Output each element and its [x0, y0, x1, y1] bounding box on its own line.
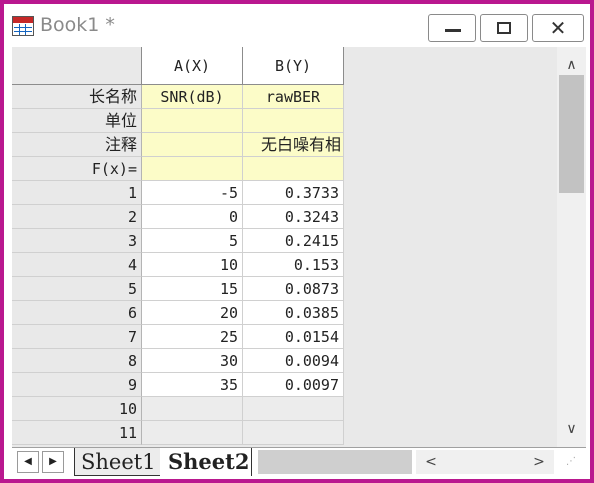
- cell-a[interactable]: [142, 397, 243, 421]
- formula-label: F(x)=: [12, 157, 142, 181]
- cell-b[interactable]: 0.3243: [243, 205, 344, 229]
- cell-a[interactable]: 35: [142, 373, 243, 397]
- cell-b[interactable]: 0.3733: [243, 181, 344, 205]
- cell-b[interactable]: 0.0873: [243, 277, 344, 301]
- prev-sheet-button[interactable]: ◀: [17, 451, 39, 473]
- window-title: Book1 *: [40, 14, 115, 36]
- title-bar[interactable]: Book1 * ✕: [4, 4, 590, 44]
- row-header[interactable]: 3: [12, 229, 142, 253]
- cell-a[interactable]: 20: [142, 301, 243, 325]
- cell-a[interactable]: 15: [142, 277, 243, 301]
- cell-a[interactable]: 5: [142, 229, 243, 253]
- cell-a[interactable]: 25: [142, 325, 243, 349]
- row-header[interactable]: 9: [12, 373, 142, 397]
- workbook-icon: [12, 16, 34, 36]
- row-header[interactable]: 6: [12, 301, 142, 325]
- scroll-left-icon[interactable]: <: [420, 450, 442, 474]
- formula-b[interactable]: [243, 157, 344, 181]
- minimize-icon: [445, 29, 461, 32]
- cell-b[interactable]: [243, 421, 344, 445]
- row-header[interactable]: 11: [12, 421, 142, 445]
- cell-b[interactable]: [243, 397, 344, 421]
- row-header[interactable]: 10: [12, 397, 142, 421]
- worksheet-grid[interactable]: A(X) B(Y) 长名称 SNR(dB) rawBER 单位 注释 无白噪有相…: [12, 47, 557, 447]
- tab-area-background: [258, 450, 412, 474]
- long-name-a[interactable]: SNR(dB): [142, 85, 243, 109]
- cell-b[interactable]: 0.0097: [243, 373, 344, 397]
- row-header[interactable]: 5: [12, 277, 142, 301]
- cell-b[interactable]: 0.0154: [243, 325, 344, 349]
- cell-b[interactable]: 0.2415: [243, 229, 344, 253]
- tab-sheet1[interactable]: Sheet1: [74, 448, 160, 476]
- unit-b[interactable]: [243, 109, 344, 133]
- row-header[interactable]: 8: [12, 349, 142, 373]
- scroll-down-icon[interactable]: ∨: [557, 413, 586, 445]
- cell-a[interactable]: 0: [142, 205, 243, 229]
- row-header[interactable]: 4: [12, 253, 142, 277]
- vertical-scrollbar[interactable]: ∧ ∨: [557, 47, 586, 447]
- close-button[interactable]: ✕: [532, 14, 584, 42]
- minimize-button[interactable]: [428, 14, 476, 42]
- sheet-tab-bar: ◀ ▶ Sheet1 Sheet2 < > ⋰: [12, 447, 586, 477]
- corner-cell[interactable]: [12, 47, 142, 85]
- row-header[interactable]: 1: [12, 181, 142, 205]
- long-name-label: 长名称: [12, 85, 142, 109]
- row-header[interactable]: 7: [12, 325, 142, 349]
- cell-b[interactable]: 0.153: [243, 253, 344, 277]
- unit-a[interactable]: [142, 109, 243, 133]
- cell-b[interactable]: 0.0385: [243, 301, 344, 325]
- comment-label: 注释: [12, 133, 142, 157]
- resize-grip-icon[interactable]: ⋰: [566, 456, 582, 472]
- long-name-b[interactable]: rawBER: [243, 85, 344, 109]
- close-icon: ✕: [549, 16, 567, 40]
- tab-sheet2[interactable]: Sheet2: [162, 448, 252, 476]
- formula-a[interactable]: [142, 157, 243, 181]
- comment-b[interactable]: 无白噪有相: [243, 133, 344, 157]
- next-sheet-button[interactable]: ▶: [42, 451, 64, 473]
- cell-a[interactable]: [142, 421, 243, 445]
- maximize-icon: [497, 22, 511, 34]
- cell-a[interactable]: 10: [142, 253, 243, 277]
- comment-a[interactable]: [142, 133, 243, 157]
- cell-a[interactable]: 30: [142, 349, 243, 373]
- workbook-window: Book1 * ✕ A(X) B(Y) 长名称 SNR(dB) rawBER 单…: [0, 0, 594, 483]
- unit-label: 单位: [12, 109, 142, 133]
- horizontal-scrollbar[interactable]: < >: [416, 450, 554, 474]
- cell-a[interactable]: -5: [142, 181, 243, 205]
- maximize-button[interactable]: [480, 14, 528, 42]
- cell-b[interactable]: 0.0094: [243, 349, 344, 373]
- vertical-scroll-thumb[interactable]: [559, 75, 584, 193]
- row-header[interactable]: 2: [12, 205, 142, 229]
- column-header-a[interactable]: A(X): [142, 47, 243, 85]
- scroll-right-icon[interactable]: >: [528, 450, 550, 474]
- column-header-b[interactable]: B(Y): [243, 47, 344, 85]
